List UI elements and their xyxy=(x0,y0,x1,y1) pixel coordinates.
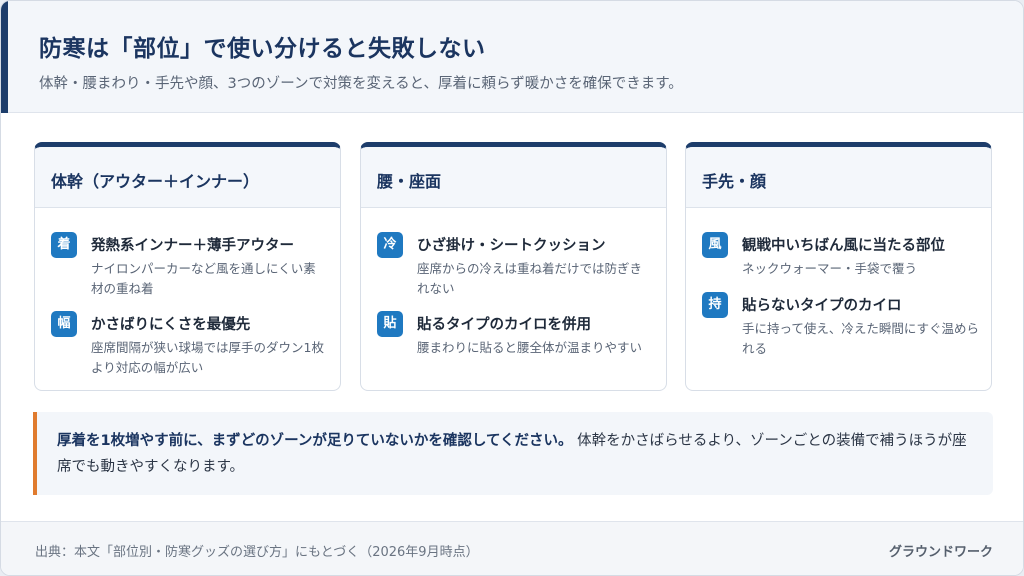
badge-icon: 幅 xyxy=(51,311,77,337)
item-description: ナイロンパーカーなど風を通しにくい素材の重ね着 xyxy=(91,261,316,296)
item-title: かさばりにくさを最優先 xyxy=(91,317,251,333)
callout-note: 厚着を1枚増やす前に、まずどのゾーンが足りていないかを確認してください。 体幹を… xyxy=(33,412,993,495)
item-description: 手に持って使え、冷えた瞬間にすぐ温められる xyxy=(742,321,980,356)
item-description: 腰まわりに貼ると腰全体が温まりやすい xyxy=(417,340,643,355)
zone-card-hands-face: 手先・顔 風 観戦中いちばん風に当たる部位 ネックウォーマー・手袋で覆う 持 貼… xyxy=(685,142,992,391)
header-accent-bar xyxy=(1,1,8,113)
slide: 防寒は「部位」で使い分けると失敗しない 体幹・腰まわり・手先や顔、3つのゾーンで… xyxy=(0,0,1024,576)
badge-icon: 貼 xyxy=(377,311,403,337)
item-description: ネックウォーマー・手袋で覆う xyxy=(742,261,918,276)
item-description: 座席間隔が狭い球場では厚手のダウン1枚より対応の幅が広い xyxy=(91,340,324,375)
card-title: 腰・座面 xyxy=(361,147,666,208)
zone-card-waist: 腰・座面 冷 ひざ掛け・シートクッション 座席からの冷えは重ね着だけでは防ぎきれ… xyxy=(360,142,667,391)
item-description: 座席からの冷えは重ね着だけでは防ぎきれない xyxy=(417,261,643,296)
card-title: 手先・顔 xyxy=(686,147,991,208)
item-title: 観戦中いちばん風に当たる部位 xyxy=(742,238,945,254)
badge-icon: 着 xyxy=(51,232,77,258)
brand-name: グラウンドワーク xyxy=(888,545,993,560)
item-title: 発熱系インナー＋薄手アウター xyxy=(91,238,294,254)
page-title: 防寒は「部位」で使い分けると失敗しない xyxy=(39,36,486,62)
card-title: 体幹（アウター＋インナー） xyxy=(35,147,340,208)
footer: 出典：本文「部位別・防寒グッズの選び方」にもとづく（2026年9月時点） グラウ… xyxy=(1,521,1023,575)
callout-emphasis: 厚着を1枚増やす前に、まずどのゾーンが足りていないかを確認してください。 xyxy=(57,433,573,449)
badge-icon: 冷 xyxy=(377,232,403,258)
zone-card-torso: 体幹（アウター＋インナー） 着 発熱系インナー＋薄手アウター ナイロンパーカーな… xyxy=(34,142,341,391)
item-title: ひざ掛け・シートクッション xyxy=(417,238,606,254)
header: 防寒は「部位」で使い分けると失敗しない 体幹・腰まわり・手先や顔、3つのゾーンで… xyxy=(1,1,1023,113)
badge-icon: 風 xyxy=(702,232,728,258)
page-subtitle: 体幹・腰まわり・手先や顔、3つのゾーンで対策を変えると、厚着に頼らず暖かさを確保… xyxy=(39,76,683,92)
badge-icon: 持 xyxy=(702,292,728,318)
item-title: 貼らないタイプのカイロ xyxy=(742,298,902,314)
item-title: 貼るタイプのカイロを併用 xyxy=(417,317,591,333)
source-citation: 出典：本文「部位別・防寒グッズの選び方」にもとづく（2026年9月時点） xyxy=(35,545,479,560)
